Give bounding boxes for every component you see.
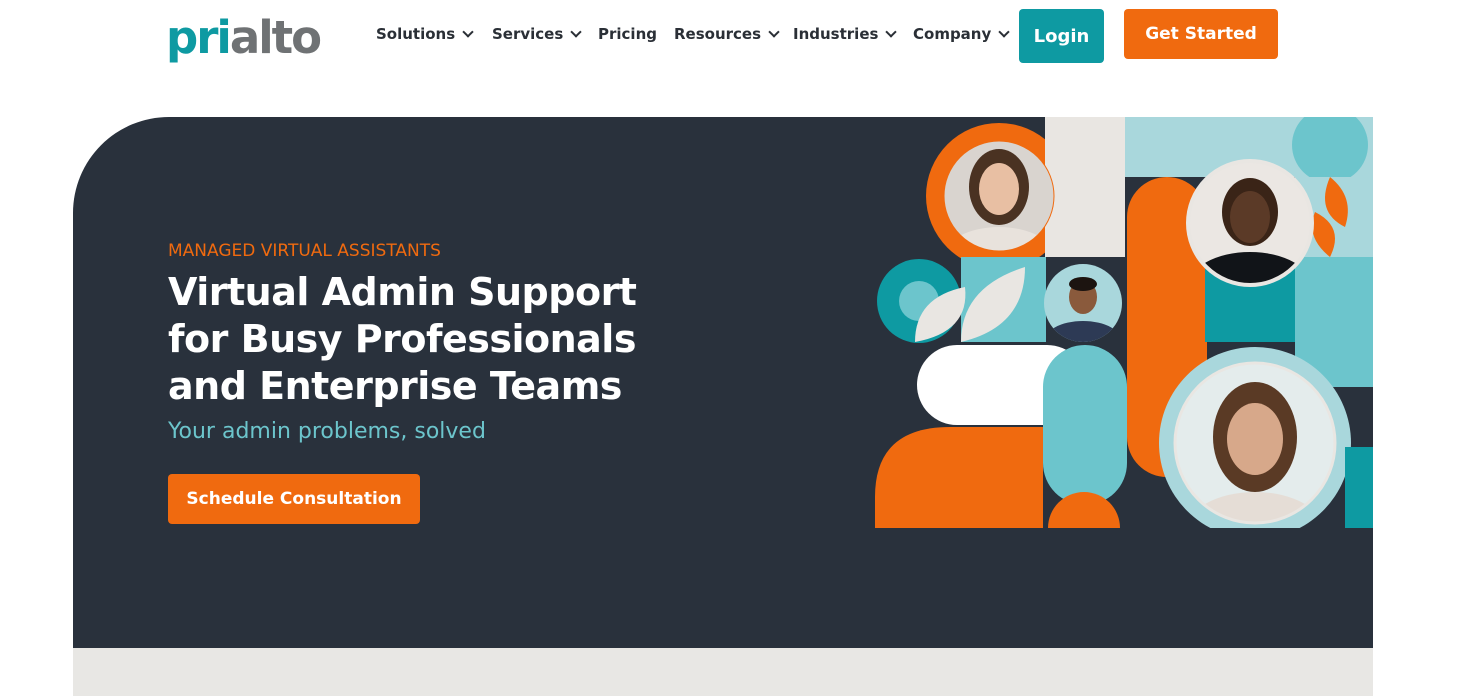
hero-headline-line-3: and Enterprise Teams [168,364,622,408]
logo-text-pri: pri [166,11,232,64]
nav-solutions[interactable]: Solutions [376,22,474,46]
nav-pricing[interactable]: Pricing [598,22,657,46]
hero-collage-illustration [875,117,1373,528]
nav-solutions-label: Solutions [376,25,456,43]
hero-headline-line-1: Virtual Admin Support [168,270,637,314]
hero-headline: Virtual Admin Support for Busy Professio… [168,269,688,410]
chevron-down-icon [768,26,780,38]
hero-eyebrow: MANAGED VIRTUAL ASSISTANTS [168,241,441,261]
chevron-down-icon [998,26,1010,38]
nav-resources[interactable]: Resources [674,22,780,46]
logo-text-alto: alto [229,11,322,64]
nav-resources-label: Resources [674,25,762,43]
nav-services-label: Services [492,25,564,43]
get-started-button[interactable]: Get Started [1124,9,1278,59]
nav-industries[interactable]: Industries [793,22,898,46]
hero-headline-line-2: for Busy Professionals [168,317,636,361]
nav-pricing-label: Pricing [598,25,657,43]
nav-industries-label: Industries [793,25,879,43]
nav-company-label: Company [913,25,992,43]
chevron-down-icon [462,26,474,38]
nav-services[interactable]: Services [492,22,582,46]
nav-company[interactable]: Company [913,22,1010,46]
login-button[interactable]: Login [1019,9,1104,63]
prialto-logo[interactable]: prialto [166,11,322,64]
schedule-consultation-button[interactable]: Schedule Consultation [168,474,420,524]
next-section-band [73,648,1373,696]
hero-section: MANAGED VIRTUAL ASSISTANTS Virtual Admin… [73,117,1373,648]
chevron-down-icon [570,26,582,38]
chevron-down-icon [885,26,898,38]
hero-subtitle: Your admin problems, solved [168,419,486,444]
